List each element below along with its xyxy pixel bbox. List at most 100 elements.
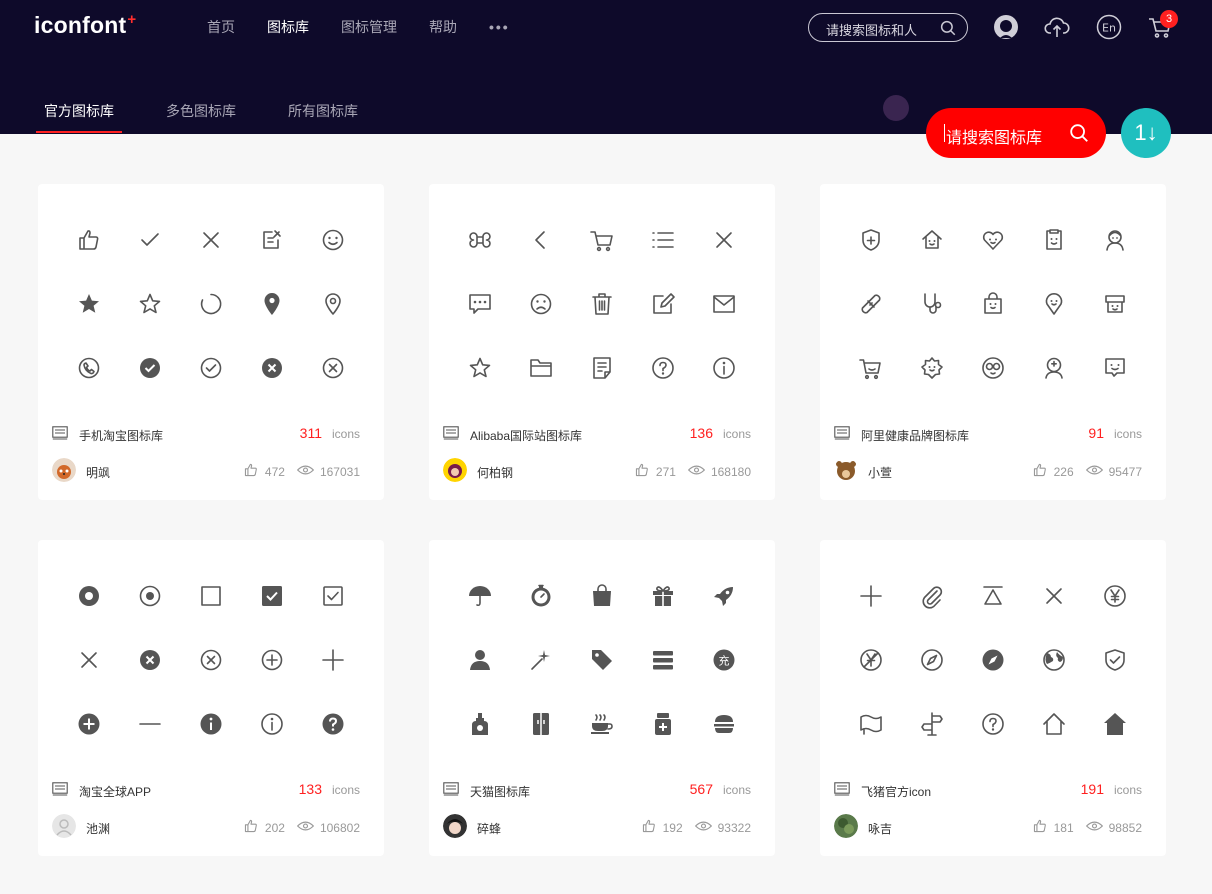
library-search-input[interactable]: 请搜索图标库	[926, 108, 1106, 158]
library-name[interactable]: 淘宝全球APP	[79, 783, 151, 800]
timer-icon[interactable]	[528, 583, 554, 609]
library-name[interactable]: 天猫图标库	[470, 783, 530, 800]
edit-note-icon[interactable]	[259, 227, 285, 253]
compass-filled-icon[interactable]	[980, 647, 1006, 673]
library-name[interactable]: Alibaba国际站图标库	[470, 427, 582, 444]
burger-icon[interactable]	[711, 711, 737, 737]
close-circle-outline-icon[interactable]	[198, 647, 224, 673]
star-filled-icon[interactable]	[76, 291, 102, 317]
checkbox-empty-icon[interactable]	[198, 583, 224, 609]
library-name[interactable]: 飞猪官方icon	[861, 783, 931, 800]
avatar[interactable]	[52, 814, 76, 838]
language-en-icon[interactable]: En	[1096, 14, 1122, 40]
yen-off-circle-icon[interactable]	[858, 647, 884, 673]
thumbs-up-icon[interactable]	[1032, 462, 1048, 481]
checkbox-filled-icon[interactable]	[259, 583, 285, 609]
check-circle-filled-icon[interactable]	[137, 355, 163, 381]
plus-icon[interactable]	[858, 583, 884, 609]
nav-home[interactable]: 首页	[207, 18, 235, 36]
paperclip-icon[interactable]	[919, 583, 945, 609]
list-icon[interactable]	[650, 227, 676, 253]
tab-multicolor-library[interactable]: 多色图标库	[158, 101, 244, 121]
close-icon[interactable]	[711, 227, 737, 253]
shopping-bag-icon[interactable]	[589, 583, 615, 609]
nav-icon-library[interactable]: 图标库	[267, 18, 309, 36]
sort-button[interactable]: 1↓	[1121, 108, 1171, 158]
author-name[interactable]: 小萱	[868, 464, 892, 481]
umbrella-icon[interactable]	[467, 583, 493, 609]
library-name[interactable]: 阿里健康品牌图标库	[861, 427, 969, 444]
tab-official-library[interactable]: 官方图标库	[36, 101, 122, 133]
globe-icon[interactable]	[1041, 647, 1067, 673]
nav-icon-management[interactable]: 图标管理	[341, 18, 397, 36]
info-circle-icon[interactable]	[711, 355, 737, 381]
trash-icon[interactable]	[589, 291, 615, 317]
shield-check-icon[interactable]	[1102, 647, 1128, 673]
medicine-icon[interactable]	[650, 711, 676, 737]
plus-icon[interactable]	[320, 647, 346, 673]
smile-icon[interactable]	[320, 227, 346, 253]
close-icon[interactable]	[76, 647, 102, 673]
store-face-icon[interactable]	[1102, 291, 1128, 317]
library-card[interactable]: 手机淘宝图标库 311 icons 明飒 472 167031	[38, 184, 384, 500]
minus-icon[interactable]	[137, 711, 163, 737]
heart-face-icon[interactable]	[980, 227, 1006, 253]
star-outline-icon[interactable]	[467, 355, 493, 381]
close-circle-filled-icon[interactable]	[137, 647, 163, 673]
radio-outline-icon[interactable]	[137, 583, 163, 609]
signpost-icon[interactable]	[919, 711, 945, 737]
cart-face-icon[interactable]	[858, 355, 884, 381]
cart-icon[interactable]	[589, 227, 615, 253]
folder-icon[interactable]	[528, 355, 554, 381]
nurse-icon[interactable]	[1102, 227, 1128, 253]
library-card[interactable]: Alibaba国际站图标库 136 icons 何柏钢 271 168180	[429, 184, 775, 500]
menu-icon[interactable]	[650, 647, 676, 673]
nav-more[interactable]: •••	[489, 18, 510, 36]
tag-icon[interactable]	[589, 647, 615, 673]
check-icon[interactable]	[137, 227, 163, 253]
message-icon[interactable]	[467, 291, 493, 317]
loading-circle-icon[interactable]	[198, 291, 224, 317]
tab-all-libraries[interactable]: 所有图标库	[280, 101, 366, 121]
shield-plus-icon[interactable]	[858, 227, 884, 253]
library-card[interactable]: 充 天猫图标库 567 icons 碎蜂 192 93322	[429, 540, 775, 856]
author-name[interactable]: 碎蜂	[477, 820, 501, 837]
info-filled-icon[interactable]	[198, 711, 224, 737]
help-circle-icon[interactable]	[650, 355, 676, 381]
user-icon[interactable]	[467, 647, 493, 673]
check-circle-outline-icon[interactable]	[198, 355, 224, 381]
github-icon[interactable]	[993, 14, 1019, 40]
edit-box-icon[interactable]	[650, 291, 676, 317]
magic-wand-icon[interactable]	[528, 647, 554, 673]
avatar[interactable]	[834, 458, 858, 482]
author-name[interactable]: 池渊	[86, 820, 110, 837]
thumbs-up-icon[interactable]	[1032, 818, 1048, 837]
logo[interactable]: iconfont+	[34, 11, 136, 39]
author-name[interactable]: 咏吉	[868, 820, 892, 837]
doctor-icon[interactable]	[1041, 355, 1067, 381]
phone-circle-icon[interactable]	[76, 355, 102, 381]
document-icon[interactable]	[589, 355, 615, 381]
gear-face-icon[interactable]	[919, 355, 945, 381]
sad-face-icon[interactable]	[528, 291, 554, 317]
star-outline-icon[interactable]	[137, 291, 163, 317]
pin-face-icon[interactable]	[1041, 291, 1067, 317]
search-icon[interactable]	[1068, 122, 1090, 144]
location-filled-icon[interactable]	[259, 291, 285, 317]
location-outline-icon[interactable]	[320, 291, 346, 317]
mail-icon[interactable]	[711, 291, 737, 317]
close-circle-outline-icon[interactable]	[320, 355, 346, 381]
bag-face-icon[interactable]	[980, 291, 1006, 317]
author-name[interactable]: 何柏钢	[477, 464, 513, 481]
library-card[interactable]: 阿里健康品牌图标库 91 icons 小萱 226 95477	[820, 184, 1166, 500]
rocket-icon[interactable]	[711, 583, 737, 609]
library-card[interactable]: 飞猪官方icon 191 icons 咏吉 181 98852	[820, 540, 1166, 856]
clipboard-face-icon[interactable]	[1041, 227, 1067, 253]
fridge-icon[interactable]	[528, 711, 554, 737]
coffee-icon[interactable]	[589, 711, 615, 737]
triangle-icon[interactable]	[980, 583, 1006, 609]
close-circle-filled-icon[interactable]	[259, 355, 285, 381]
nav-help[interactable]: 帮助	[429, 18, 457, 36]
avatar[interactable]	[52, 458, 76, 482]
author-name[interactable]: 明飒	[86, 464, 110, 481]
